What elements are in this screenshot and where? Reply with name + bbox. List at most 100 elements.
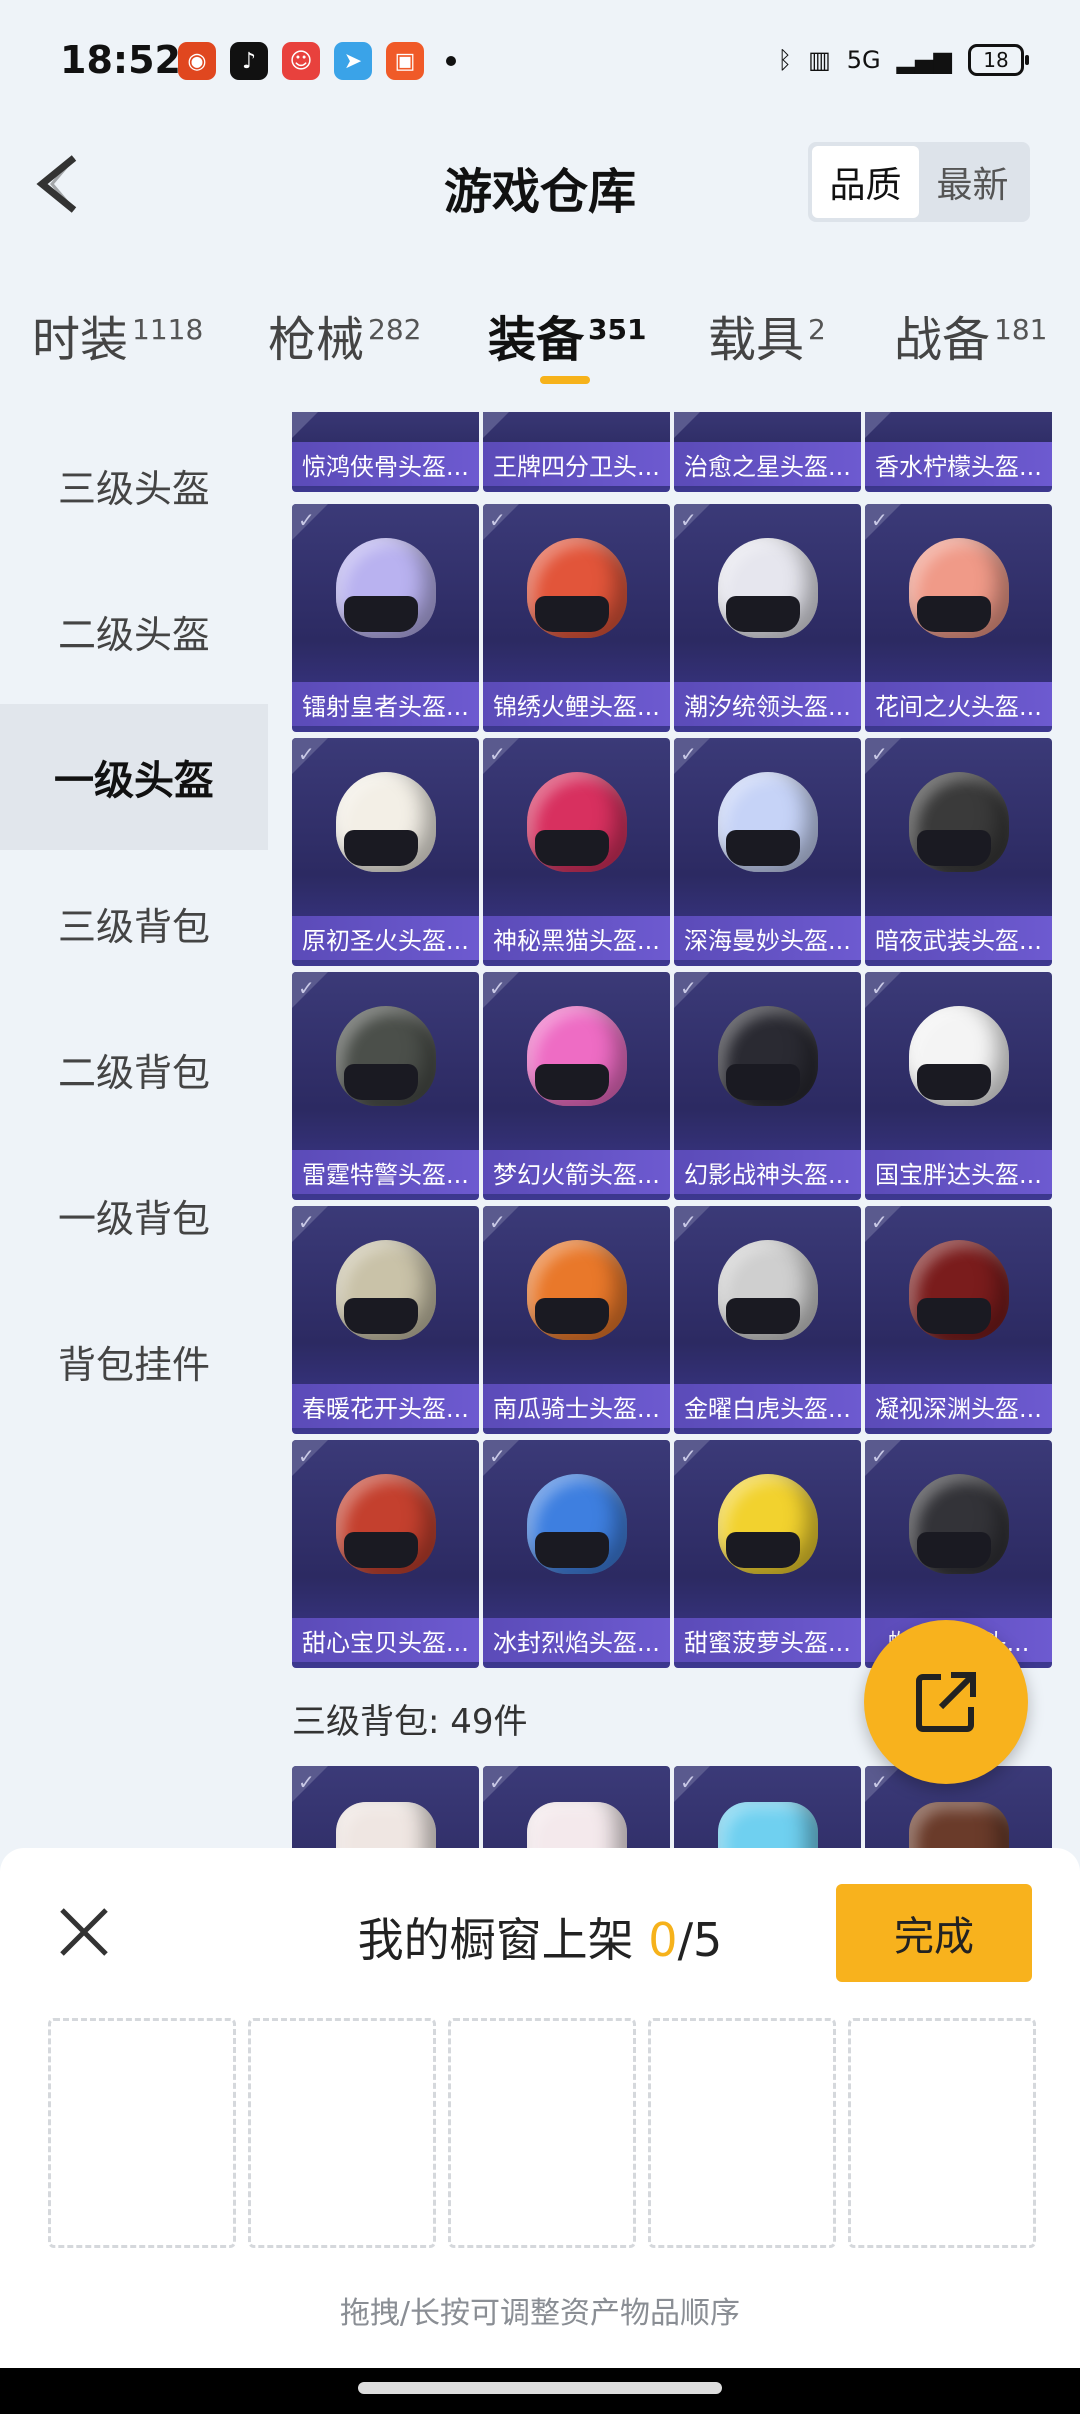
item-card[interactable]: ✓ 暗夜武装头盔...: [865, 738, 1052, 966]
item-card[interactable]: ✓ 冰封烈焰头盔...: [483, 1440, 670, 1668]
item-card[interactable]: ✓ 甜蜜菠萝头盔...: [674, 1440, 861, 1668]
helmet-visor: [535, 596, 609, 632]
showcase-slot[interactable]: [448, 2018, 636, 2248]
item-name: 冰封烈焰头盔...: [483, 1618, 670, 1662]
check-icon: ✓: [871, 1444, 888, 1468]
notification-icons: ◉ ♪ ☺ ➤ ▣: [178, 42, 456, 80]
showcase-slot[interactable]: [648, 2018, 836, 2248]
showcase-total: /5: [677, 1913, 723, 1967]
check-icon: ✓: [680, 1444, 697, 1468]
showcase-count: 0: [648, 1913, 678, 1967]
backpack-image: [718, 1802, 818, 1852]
item-name: 凝视深渊头盔...: [865, 1384, 1052, 1428]
backpack-image: [336, 1802, 436, 1852]
helmet-visor: [726, 830, 800, 866]
item-card[interactable]: ✓ 锦绣火鲤头盔...: [483, 504, 670, 732]
item-card[interactable]: 香水柠檬头盔...: [865, 412, 1052, 492]
item-card[interactable]: ✓: [674, 1766, 861, 1852]
bluetooth-icon: ᛒ: [777, 46, 793, 74]
tab-guns[interactable]: 枪械 282: [268, 300, 421, 370]
home-gesture-handle[interactable]: [358, 2382, 722, 2394]
item-name: 王牌四分卫头...: [483, 442, 670, 486]
item-card[interactable]: ✓ 镭射皇者头盔...: [292, 504, 479, 732]
item-card[interactable]: 治愈之星头盔...: [674, 412, 861, 492]
helmet-visor: [917, 1532, 991, 1568]
tab-vehicles[interactable]: 载具 2: [708, 300, 826, 370]
tab-label: 时装: [32, 312, 129, 368]
showcase-slot[interactable]: [848, 2018, 1036, 2248]
header: 游戏仓库 品质 最新: [0, 130, 1080, 240]
sidebar-item-helmet-lv1[interactable]: 一级头盔: [0, 704, 268, 850]
sidebar-item-backpack-pendant[interactable]: 背包挂件: [0, 1288, 268, 1434]
item-card[interactable]: ✓ 春暖花开头盔...: [292, 1206, 479, 1434]
sort-quality-button[interactable]: 品质: [812, 146, 919, 218]
helmet-visor: [535, 1532, 609, 1568]
item-name: 深海曼妙头盔...: [674, 916, 861, 960]
item-name: 香水柠檬头盔...: [865, 442, 1052, 486]
item-name: 潮汐统领头盔...: [674, 682, 861, 726]
check-icon: ✓: [298, 1444, 315, 1468]
item-card[interactable]: ✓ 潮汐统领头盔...: [674, 504, 861, 732]
item-grid: ✓ 镭射皇者头盔... ✓ 锦绣火鲤头盔... ✓ 潮汐统领头盔... ✓ 花间之火头盔...…: [292, 504, 1052, 1668]
item-name: 锦绣火鲤头盔...: [483, 682, 670, 726]
tiktok-icon: ♪: [230, 42, 268, 80]
item-card[interactable]: ✓ 原初圣火头盔...: [292, 738, 479, 966]
item-name: 原初圣火头盔...: [292, 916, 479, 960]
helmet-visor: [726, 1064, 800, 1100]
item-card[interactable]: ✓ 神秘黑猫头盔...: [483, 738, 670, 966]
check-icon: ✓: [680, 742, 697, 766]
item-name: 镭射皇者头盔...: [292, 682, 479, 726]
tab-equipment[interactable]: 装备 351: [488, 300, 646, 370]
showcase-slot[interactable]: [248, 2018, 436, 2248]
check-icon: ✓: [871, 976, 888, 1000]
check-icon: ✓: [680, 976, 697, 1000]
tab-label: 载具: [708, 312, 805, 368]
item-card[interactable]: 惊鸿侠骨头盔...: [292, 412, 479, 492]
close-button[interactable]: [54, 1902, 114, 1962]
item-card[interactable]: ✓ 雷霆特警头盔...: [292, 972, 479, 1200]
helmet-visor: [344, 1064, 418, 1100]
showcase-sheet: 我的橱窗上架 0/5 完成 拖拽/长按可调整资产物品顺序: [0, 1848, 1080, 2368]
item-card[interactable]: ✓ 深海曼妙头盔...: [674, 738, 861, 966]
back-button[interactable]: [30, 152, 90, 216]
sidebar-item-backpack-lv1[interactable]: 一级背包: [0, 1142, 268, 1288]
status-bar: 18:52 ◉ ♪ ☺ ➤ ▣ ᛒ ▥ 5G ▂▄▆ 18: [0, 0, 1080, 130]
tab-fashion[interactable]: 时装 1118: [32, 300, 203, 370]
helmet-visor: [344, 1298, 418, 1334]
sidebar-item-helmet-lv2[interactable]: 二级头盔: [0, 558, 268, 704]
tab-label: 装备: [488, 312, 585, 368]
sidebar-item-backpack-lv3[interactable]: 三级背包: [0, 850, 268, 996]
item-card[interactable]: ✓ 梦幻火箭头盔...: [483, 972, 670, 1200]
backpack-image: [527, 1802, 627, 1852]
item-card[interactable]: ✓: [483, 1766, 670, 1852]
battery-icon: 18: [968, 44, 1029, 76]
item-card[interactable]: ✓ 金曜白虎头盔...: [674, 1206, 861, 1434]
item-card[interactable]: 王牌四分卫头...: [483, 412, 670, 492]
helmet-visor: [344, 596, 418, 632]
sidebar-item-helmet-lv3[interactable]: 三级头盔: [0, 412, 268, 558]
signal-icon: ▂▄▆: [896, 46, 952, 74]
item-card[interactable]: ✓ 花间之火头盔...: [865, 504, 1052, 732]
item-card[interactable]: ✓ 南瓜骑士头盔...: [483, 1206, 670, 1434]
tab-count: 351: [588, 313, 647, 346]
item-name: 梦幻火箭头盔...: [483, 1150, 670, 1194]
item-name: 甜蜜菠萝头盔...: [674, 1618, 861, 1662]
done-button[interactable]: 完成: [836, 1884, 1032, 1982]
item-name: 幻影战神头盔...: [674, 1150, 861, 1194]
sort-newest-button[interactable]: 最新: [919, 146, 1026, 218]
item-card[interactable]: ✓ 凝视深渊头盔...: [865, 1206, 1052, 1434]
showcase-slot[interactable]: [48, 2018, 236, 2248]
helmet-visor: [535, 830, 609, 866]
item-card[interactable]: ✓ 国宝胖达头盔...: [865, 972, 1052, 1200]
share-icon: [916, 1672, 976, 1732]
app-notification-icon: ▣: [386, 42, 424, 80]
tab-supplies[interactable]: 战备 181: [894, 300, 1047, 370]
share-fab-button[interactable]: [864, 1620, 1028, 1784]
tab-label: 枪械: [268, 312, 365, 368]
sidebar-item-backpack-lv2[interactable]: 二级背包: [0, 996, 268, 1142]
item-card[interactable]: ✓ 甜心宝贝头盔...: [292, 1440, 479, 1668]
item-card[interactable]: ✓: [292, 1766, 479, 1852]
tab-count: 181: [994, 313, 1048, 346]
chevron-left-icon: [36, 155, 77, 213]
item-card[interactable]: ✓ 幻影战神头盔...: [674, 972, 861, 1200]
